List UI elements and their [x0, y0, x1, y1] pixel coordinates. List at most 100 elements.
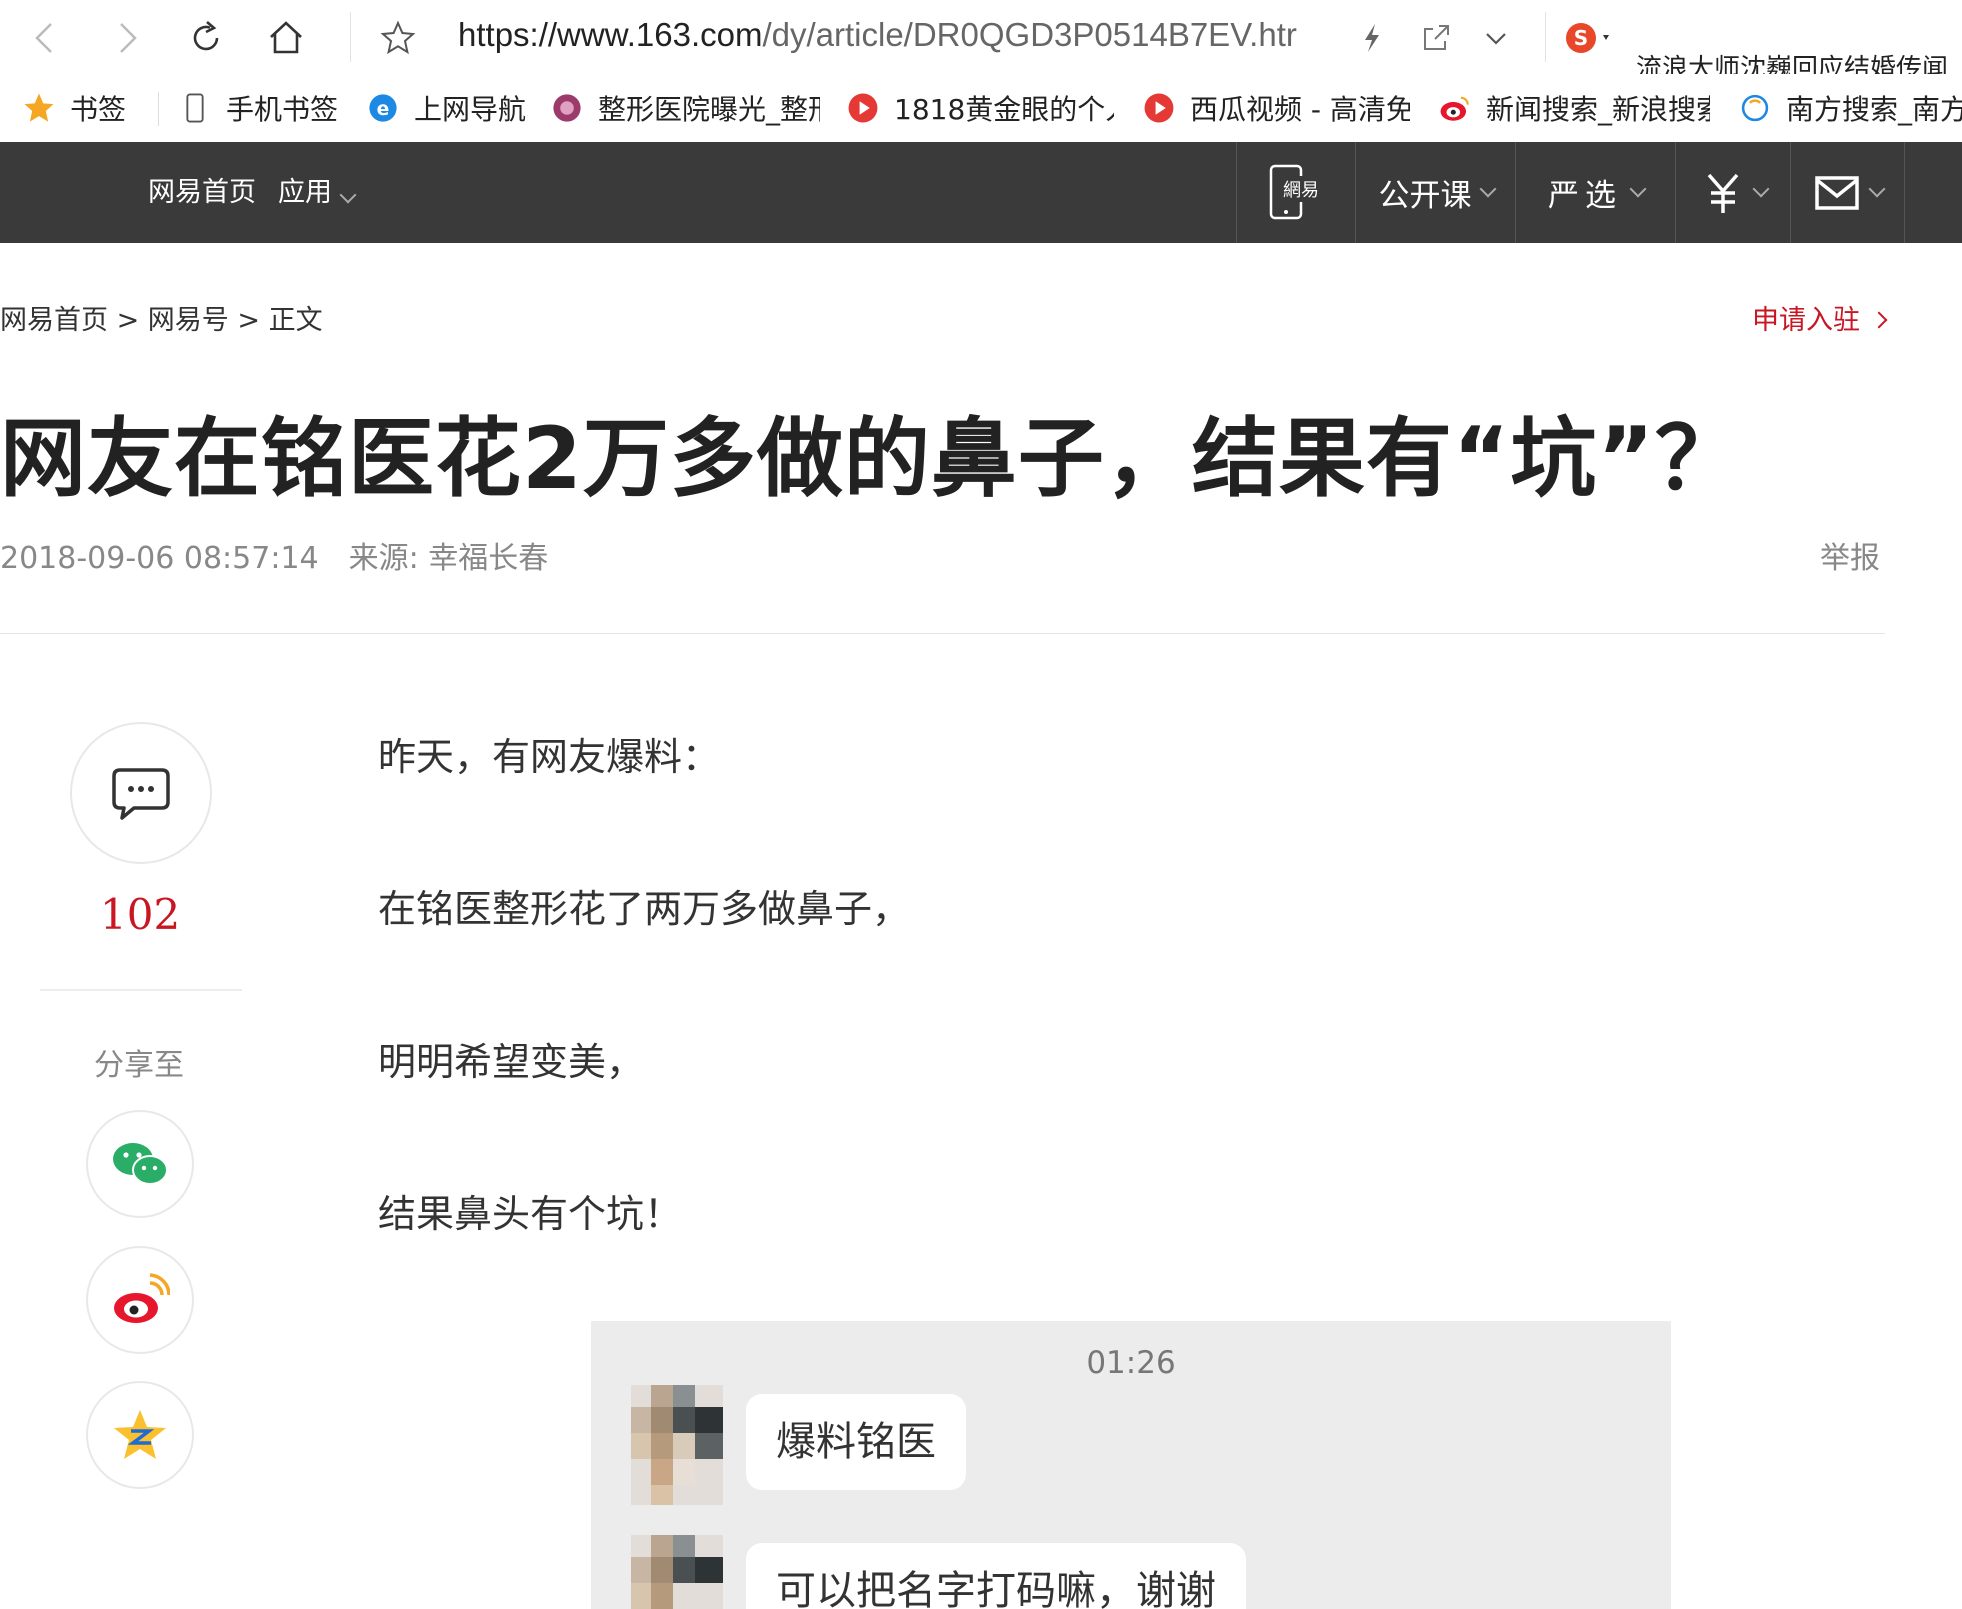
bookmark-item[interactable]: e 上网导航 — [366, 74, 526, 142]
apply-join-label: 申请入驻 — [1752, 305, 1860, 336]
bookmark-item[interactable]: 1818黄金眼的个人 — [846, 74, 1114, 142]
chat-timestamp: 01:26 — [1086, 1345, 1176, 1381]
phone-icon — [178, 91, 212, 125]
chevron-down-icon — [1486, 33, 1506, 45]
url-path: /dy/article/DR0QGD3P0514B7EV.htr — [762, 16, 1297, 53]
news-ticker[interactable]: 流浪大师沈巍回应结婚传闻 — [1636, 52, 1962, 74]
blurred-avatar — [631, 1385, 723, 1505]
toolbar-separator — [1545, 12, 1546, 62]
bookmark-item[interactable]: 新闻搜索_新浪搜索 — [1438, 74, 1710, 142]
site-navigation: 网易首页 应用 網易 公开课 严选 — [0, 142, 1962, 243]
chevron-right-icon — [1870, 311, 1888, 329]
nav-yanxuan[interactable]: 严选 — [1515, 142, 1676, 243]
mail-icon — [1815, 175, 1859, 210]
home-icon — [270, 21, 302, 54]
chevron-down-icon — [1479, 180, 1496, 197]
nav-overflow[interactable] — [1904, 142, 1962, 243]
share-weibo-button[interactable] — [86, 1246, 194, 1354]
chat-screenshot-image: 01:26 爆料铭医 可以把名字打码嘛，谢谢 — [591, 1321, 1671, 1609]
video-play-icon — [846, 91, 880, 125]
chevron-down-icon — [339, 186, 357, 204]
bookmark-item[interactable]: 整形医院曝光_整形 — [550, 74, 820, 142]
forward-button[interactable] — [98, 10, 154, 66]
nav-yanxuan-label: 严选 — [1548, 178, 1622, 214]
home-button[interactable] — [258, 10, 314, 66]
speed-mode-button[interactable] — [1344, 10, 1400, 66]
bookmark-label: 新闻搜索_新浪搜索 — [1486, 93, 1710, 126]
nav-open-course-label: 公开课 — [1378, 178, 1472, 214]
bookmark-item[interactable]: 手机书签 — [178, 74, 338, 142]
bookmark-label: 西瓜视频 - 高清免 — [1190, 93, 1410, 126]
comment-button[interactable] — [70, 722, 212, 864]
nav-apps-label: 应用 — [278, 177, 332, 208]
url-dropdown-button[interactable] — [1468, 10, 1524, 66]
qzone-star-icon — [114, 1410, 166, 1459]
article-title: 网友在铭医花2万多做的鼻子，结果有“坑”？ — [0, 409, 1742, 509]
comment-bubble-icon — [112, 768, 170, 820]
chat-bubble: 爆料铭医 — [746, 1394, 966, 1490]
nav-apps-menu[interactable]: 应用 — [278, 142, 357, 243]
bookmark-label: 手机书签 — [226, 93, 339, 126]
reload-icon — [193, 21, 219, 51]
nav-open-course[interactable]: 公开课 — [1355, 142, 1516, 243]
nav-home-link[interactable]: 网易首页 — [148, 142, 256, 243]
article-source[interactable]: 来源: 幸福长春 — [349, 541, 549, 576]
lightning-icon — [1365, 24, 1379, 52]
chevron-down-icon — [1629, 180, 1647, 197]
bookmark-label: 南方搜索_南方网 — [1786, 93, 1962, 126]
ie-icon: e — [366, 91, 400, 125]
bookmark-label: 1818黄金眼的个人 — [894, 93, 1114, 126]
article-paragraph: 昨天，有网友爆料： — [378, 735, 721, 779]
article-paragraph: 在铭医整形花了两万多做鼻子， — [378, 887, 911, 931]
bookmark-label: 上网导航 — [414, 93, 527, 126]
report-link[interactable]: 举报 — [1820, 533, 1880, 577]
article-paragraph: 明明希望变美， — [378, 1040, 645, 1084]
yen-icon — [1707, 173, 1738, 213]
star-icon — [22, 91, 56, 125]
weibo-icon — [1438, 91, 1472, 125]
share-qzone-button[interactable] — [86, 1381, 194, 1489]
sidebar-divider — [40, 989, 242, 991]
breadcrumb[interactable]: 网易首页 > 网易号 > 正文 — [0, 298, 323, 337]
reload-button[interactable] — [178, 10, 234, 66]
address-bar-url[interactable]: https://www.163.com/dy/article/DR0QGD3P0… — [458, 16, 1297, 54]
nav-finance[interactable] — [1675, 142, 1791, 243]
back-button[interactable] — [18, 10, 74, 66]
chevron-down-icon — [1868, 180, 1886, 197]
comment-count[interactable]: 102 — [100, 890, 180, 939]
svg-text:S: S — [1574, 26, 1588, 50]
sogou-logo-icon: S — [1566, 23, 1609, 53]
chat-bubble: 可以把名字打码嘛，谢谢 — [746, 1543, 1246, 1609]
wechat-icon — [113, 1143, 168, 1185]
back-arrow-icon — [35, 23, 52, 53]
svg-text:網易: 網易 — [1283, 180, 1319, 201]
nav-mail[interactable] — [1790, 142, 1905, 243]
search-engine-button[interactable]: S — [1556, 10, 1626, 66]
svg-text:e: e — [377, 99, 390, 120]
apply-join-link[interactable]: 申请入驻 — [1752, 298, 1888, 337]
bookmark-item[interactable]: 南方搜索_南方网 — [1738, 74, 1962, 142]
search-icon — [1738, 91, 1772, 125]
star-outline-icon — [380, 20, 416, 55]
bookmark-separator — [158, 92, 159, 126]
toolbar-separator — [350, 12, 351, 62]
hospital-icon — [550, 91, 584, 125]
share-icon — [1424, 25, 1449, 50]
blurred-avatar — [631, 1535, 723, 1609]
share-wechat-button[interactable] — [86, 1110, 194, 1218]
bookmark-label: 书签 — [70, 93, 127, 126]
share-label: 分享至 — [94, 1048, 184, 1083]
bookmark-item[interactable]: 西瓜视频 - 高清免 — [1142, 74, 1410, 142]
bookmark-star-button[interactable] — [370, 10, 426, 66]
nav-mobile-app[interactable]: 網易 — [1236, 142, 1355, 243]
header-divider — [0, 633, 1885, 634]
bookmark-label: 整形医院曝光_整形 — [598, 93, 820, 126]
chevron-down-icon — [1752, 180, 1769, 197]
bookmark-item[interactable]: 书签 — [22, 74, 126, 142]
browser-toolbar: https://www.163.com/dy/article/DR0QGD3P0… — [0, 0, 1962, 74]
publish-datetime: 2018-09-06 08:57:14 — [0, 541, 319, 576]
share-page-button[interactable] — [1408, 10, 1464, 66]
weibo-icon — [114, 1273, 170, 1323]
article-paragraph: 结果鼻头有个坑！ — [378, 1192, 683, 1236]
netease-mobile-icon: 網易 — [1269, 164, 1323, 219]
